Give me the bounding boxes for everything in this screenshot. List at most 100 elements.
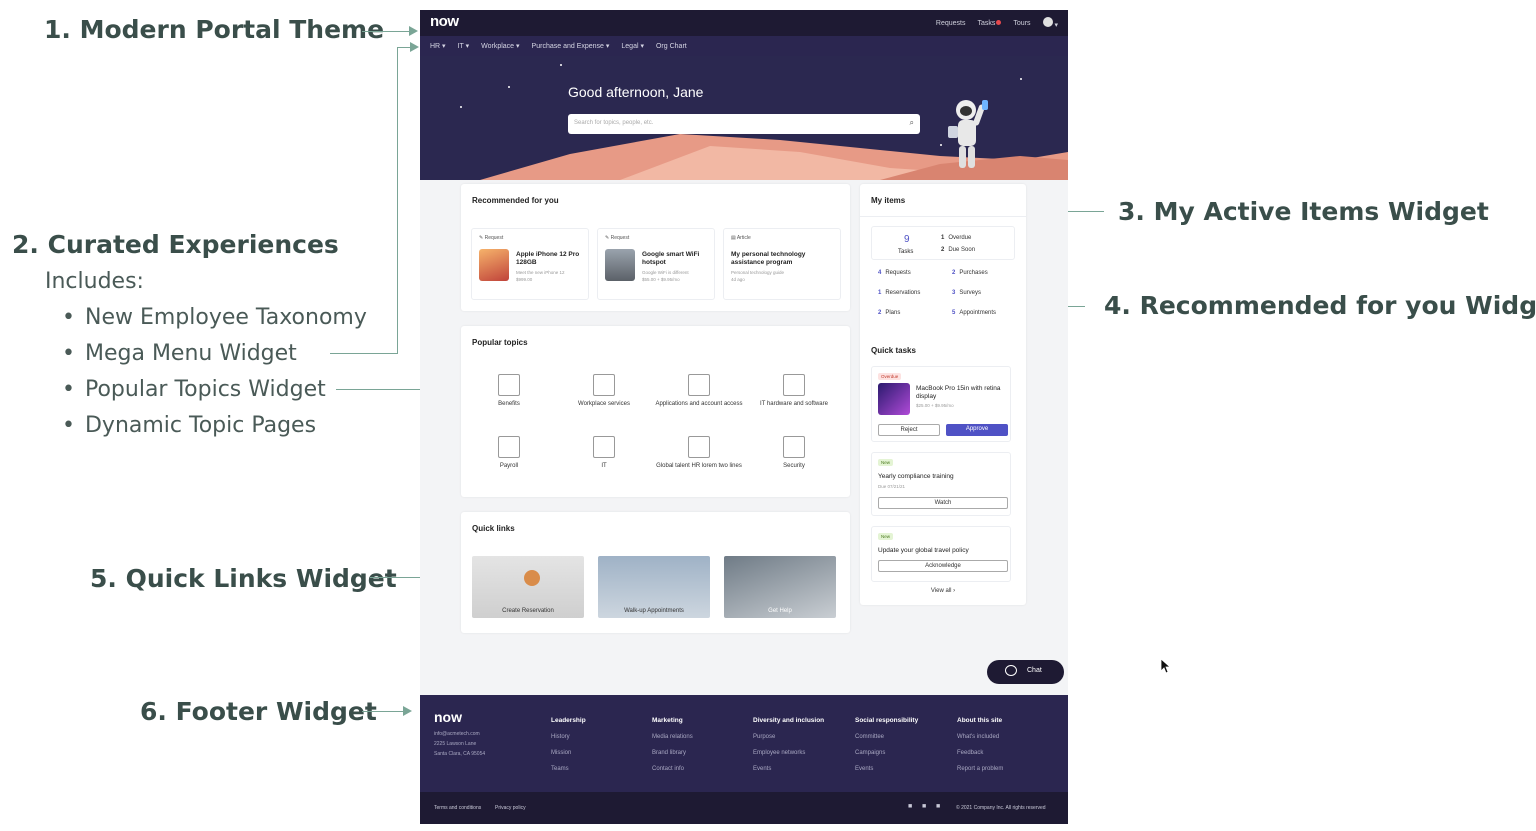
quick-link-walk-up[interactable]: Walk-up Appointments <box>598 556 710 618</box>
topic-workplace-services[interactable]: Workplace services <box>556 374 652 408</box>
quick-task-travel-policy: New Update your global travel policy Ack… <box>871 526 1011 582</box>
terms-link[interactable]: Terms and conditions <box>434 805 481 811</box>
reco-sub: Meet the new iPhone 12 $999.00 <box>516 269 586 283</box>
footer-link[interactable]: History <box>551 729 586 745</box>
count: 5 <box>952 310 956 316</box>
watch-button[interactable]: Watch <box>878 497 1008 509</box>
footer-link[interactable]: Purpose <box>753 729 824 745</box>
arrow-mega-menu-c <box>397 42 419 52</box>
topic-it-hardware[interactable]: IT hardware and software <box>746 374 842 408</box>
my-item-purchases[interactable]: 2 Purchases <box>952 270 988 276</box>
topic-security[interactable]: Security <box>746 436 842 470</box>
nav-tours[interactable]: Tours <box>1013 20 1030 27</box>
my-item-reservations[interactable]: 1 Reservations <box>878 290 920 296</box>
footer-contact: info@acmetech.com 2225 Lawson Lane Santa… <box>434 729 485 759</box>
footer-link[interactable]: Brand library <box>652 745 693 761</box>
footer-link[interactable]: Media relations <box>652 729 693 745</box>
search-input[interactable]: Search for topics, people, etc. ⌕ <box>568 114 920 134</box>
security-icon <box>783 436 805 458</box>
top-bar: now Requests Tasks Tours ▾ <box>420 10 1068 36</box>
topic-applications[interactable]: Applications and account access <box>651 374 747 408</box>
footer-link[interactable]: Mission <box>551 745 586 761</box>
portal-screenshot: now Requests Tasks Tours ▾ HR ▾ IT ▾ Wor… <box>420 10 1068 824</box>
my-item-requests[interactable]: 4 Requests <box>878 270 911 276</box>
nav-tasks[interactable]: Tasks <box>977 19 1002 27</box>
menu-workplace[interactable]: Workplace ▾ <box>481 42 519 50</box>
annotation-quick-links: 5. Quick Links Widget <box>90 564 397 593</box>
task-sub: $25.00 + $9.95/mo <box>916 403 954 408</box>
task-title: Yearly compliance training <box>878 473 954 480</box>
footer-link[interactable]: Events <box>753 761 824 777</box>
linkedin-icon[interactable]: ■ <box>922 803 926 810</box>
topic-global-talent[interactable]: Global talent HR lorem two lines <box>651 436 747 470</box>
quick-link-create-reservation[interactable]: Create Reservation <box>472 556 584 618</box>
now-logo[interactable]: now <box>430 13 459 30</box>
footer-link[interactable]: Events <box>855 761 918 777</box>
nav-requests[interactable]: Requests <box>936 20 966 27</box>
search-icon[interactable]: ⌕ <box>910 118 914 128</box>
footer-link[interactable]: What's included <box>957 729 1003 745</box>
my-item-appointments[interactable]: 5 Appointments <box>952 310 996 316</box>
chevron-right-icon: › <box>953 588 956 594</box>
count: 1 <box>878 290 882 296</box>
topic-label: Benefits <box>498 401 520 407</box>
footer-col-social: Social responsibility Committee Campaign… <box>855 713 918 777</box>
recommended-item[interactable]: ✎ Request Apple iPhone 12 Pro 128GB Meet… <box>471 228 589 300</box>
footer-link[interactable]: Report a problem <box>957 761 1003 777</box>
reco-title: Google smart WiFi hotspot <box>642 251 700 266</box>
view-all-label: View all <box>930 588 952 594</box>
menu-legal[interactable]: Legal ▾ <box>621 42 644 50</box>
view-all-link[interactable]: View all › <box>860 588 1026 594</box>
twitter-icon[interactable]: ■ <box>908 803 912 810</box>
topic-it[interactable]: IT <box>556 436 652 470</box>
search-placeholder: Search for topics, people, etc. <box>574 120 654 126</box>
arrow-mega-menu-b <box>397 47 398 354</box>
new-badge: New <box>878 533 894 540</box>
footer-link[interactable]: Campaigns <box>855 745 918 761</box>
annotation-item-popular-topics: Popular Topics Widget <box>62 377 326 402</box>
quick-tasks-title: Quick tasks <box>871 346 916 355</box>
acknowledge-button[interactable]: Acknowledge <box>878 560 1008 572</box>
facebook-icon[interactable]: ■ <box>936 803 940 810</box>
chat-button[interactable]: Chat <box>987 660 1064 684</box>
topic-payroll[interactable]: Payroll <box>461 436 557 470</box>
topic-benefits[interactable]: Benefits <box>461 374 557 408</box>
footer-logo[interactable]: now <box>434 709 462 725</box>
recommended-item[interactable]: ▤ Article My personal technology assista… <box>723 228 841 300</box>
reco-tag-label: Article <box>736 235 751 241</box>
footer-link[interactable]: Employee networks <box>753 745 824 761</box>
menu-purchase[interactable]: Purchase and Expense ▾ <box>532 42 610 50</box>
greeting: Good afternoon, Jane <box>568 84 704 100</box>
overdue-n: 1 <box>941 235 945 241</box>
quick-links-widget: Quick links Create Reservation Walk-up A… <box>461 512 850 633</box>
reject-button[interactable]: Reject <box>878 424 940 436</box>
quick-link-label: Create Reservation <box>502 608 554 614</box>
menu-it[interactable]: IT ▾ <box>458 42 470 50</box>
recommended-item[interactable]: ✎ Request Google smart WiFi hotspot Goog… <box>597 228 715 300</box>
footer-link[interactable]: Feedback <box>957 745 1003 761</box>
my-item-plans[interactable]: 2 Plans <box>878 310 900 316</box>
my-item-surveys[interactable]: 3 Surveys <box>952 290 981 296</box>
menu-org-chart[interactable]: Org Chart <box>656 43 687 50</box>
footer-link[interactable]: Committee <box>855 729 918 745</box>
chevron-down-icon: ▾ <box>1054 22 1058 29</box>
privacy-link[interactable]: Privacy policy <box>495 805 526 811</box>
reco-price: $55.00 + $9.95/mo <box>642 277 680 282</box>
tasks-summary[interactable]: 9 Tasks 1 Overdue 2 Due Soon <box>871 226 1015 260</box>
quick-link-get-help[interactable]: Get Help <box>724 556 836 618</box>
it-icon <box>593 436 615 458</box>
menu-hr[interactable]: HR ▾ <box>430 42 446 50</box>
contact-email[interactable]: info@acmetech.com <box>434 729 485 739</box>
footer-bottom-bar: Terms and conditions Privacy policy ■ ■ … <box>420 792 1068 824</box>
footer-col-diversity: Diversity and inclusion Purpose Employee… <box>753 713 824 777</box>
task-title: Update your global travel policy <box>878 547 969 554</box>
nav-tasks-label: Tasks <box>977 19 996 27</box>
user-menu[interactable]: ▾ <box>1042 17 1058 29</box>
topic-label: Security <box>783 463 805 469</box>
arrow-footer <box>362 706 412 716</box>
reco-title: My personal technology assistance progra… <box>731 251 806 266</box>
footer-link[interactable]: Teams <box>551 761 586 777</box>
annotation-item-mega-menu: Mega Menu Widget <box>62 341 297 366</box>
approve-button[interactable]: Approve <box>946 424 1008 436</box>
footer-link[interactable]: Contact info <box>652 761 693 777</box>
